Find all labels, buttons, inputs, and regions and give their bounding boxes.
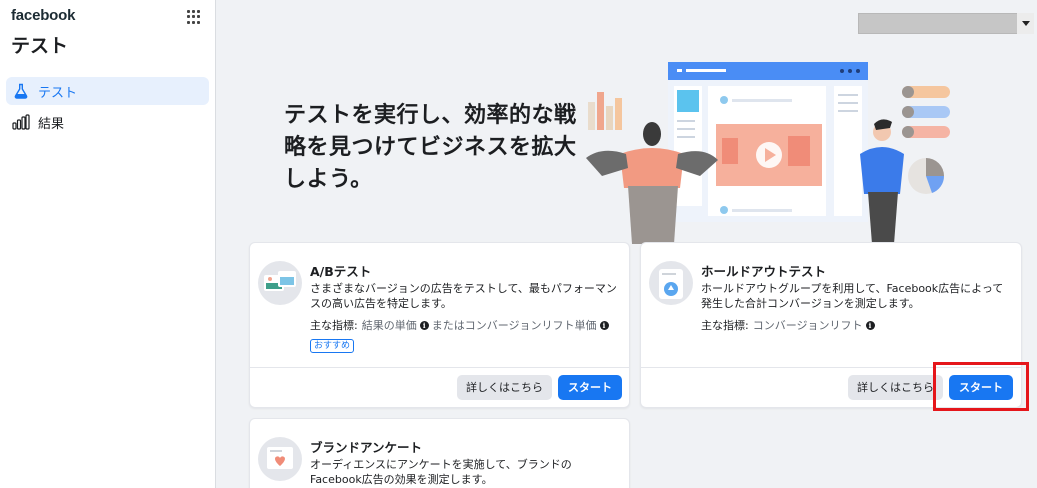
account-selector[interactable] <box>858 13 1034 34</box>
sidebar-title: テスト <box>11 35 69 57</box>
card-description: さまざまなバージョンの広告をテストして、最もパフォーマンスの高い広告を特定します… <box>310 282 617 310</box>
sidebar: facebook テスト テスト 結果 <box>0 0 216 488</box>
card-title: ホールドアウトテスト <box>701 264 827 279</box>
metric-label: 主な指標: <box>310 319 358 332</box>
apps-grid-icon[interactable] <box>187 10 201 24</box>
chevron-down-icon[interactable] <box>1017 13 1034 34</box>
recommended-badge: おすすめ <box>310 339 355 353</box>
facebook-logo[interactable]: facebook <box>11 7 75 24</box>
highlight-box <box>933 362 1029 411</box>
card-title: ブランドアンケート <box>310 440 423 455</box>
card-description: ホールドアウトグループを利用して、Facebook広告によって発生した合計コンバ… <box>701 282 1004 310</box>
hero-illustration <box>582 58 952 244</box>
sidebar-item-test[interactable]: テスト <box>6 77 209 105</box>
metric-separator: または <box>431 319 465 332</box>
metric-value: 結果の単価 <box>361 319 417 332</box>
holdout-test-thumbnail <box>649 261 693 305</box>
metric-label: 主な指標: <box>701 319 749 332</box>
metric-value: コンバージョンリフト単価 <box>464 319 597 332</box>
sidebar-item-label: 結果 <box>38 116 65 132</box>
sidebar-item-label: テスト <box>38 85 78 101</box>
brand-survey-card: ブランドアンケート オーディエンスにアンケートを実施して、ブランドのFacebo… <box>249 418 630 488</box>
key-metric: 主な指標: 結果の単価 i または コンバージョンリフト単価 i <box>310 317 612 333</box>
info-icon[interactable]: i <box>419 320 429 330</box>
card-title: A/Bテスト <box>310 264 372 279</box>
ab-test-card: A/Bテスト さまざまなバージョンの広告をテストして、最もパフォーマンスの高い広… <box>249 242 630 408</box>
learn-more-button[interactable]: 詳しくはこちら <box>457 375 552 400</box>
info-icon[interactable]: i <box>865 320 875 330</box>
info-icon[interactable]: i <box>599 320 609 330</box>
key-metric: 主な指標: コンバージョンリフト i <box>701 317 878 333</box>
card-divider <box>250 367 629 368</box>
sidebar-item-results[interactable]: 結果 <box>6 108 209 136</box>
card-description: オーディエンスにアンケートを実施して、ブランドのFacebook広告の効果を測定… <box>310 458 572 486</box>
learn-more-button[interactable]: 詳しくはこちら <box>848 375 943 400</box>
metric-value: コンバージョンリフト <box>752 319 863 332</box>
brand-survey-thumbnail <box>258 437 302 481</box>
ab-test-thumbnail <box>258 261 302 305</box>
start-button[interactable]: スタート <box>558 375 622 400</box>
flask-icon <box>12 82 30 100</box>
hero-title: テストを実行し、効率的な戦略を見つけてビジネスを拡大しよう。 <box>284 103 577 192</box>
bar-chart-icon <box>12 113 30 131</box>
